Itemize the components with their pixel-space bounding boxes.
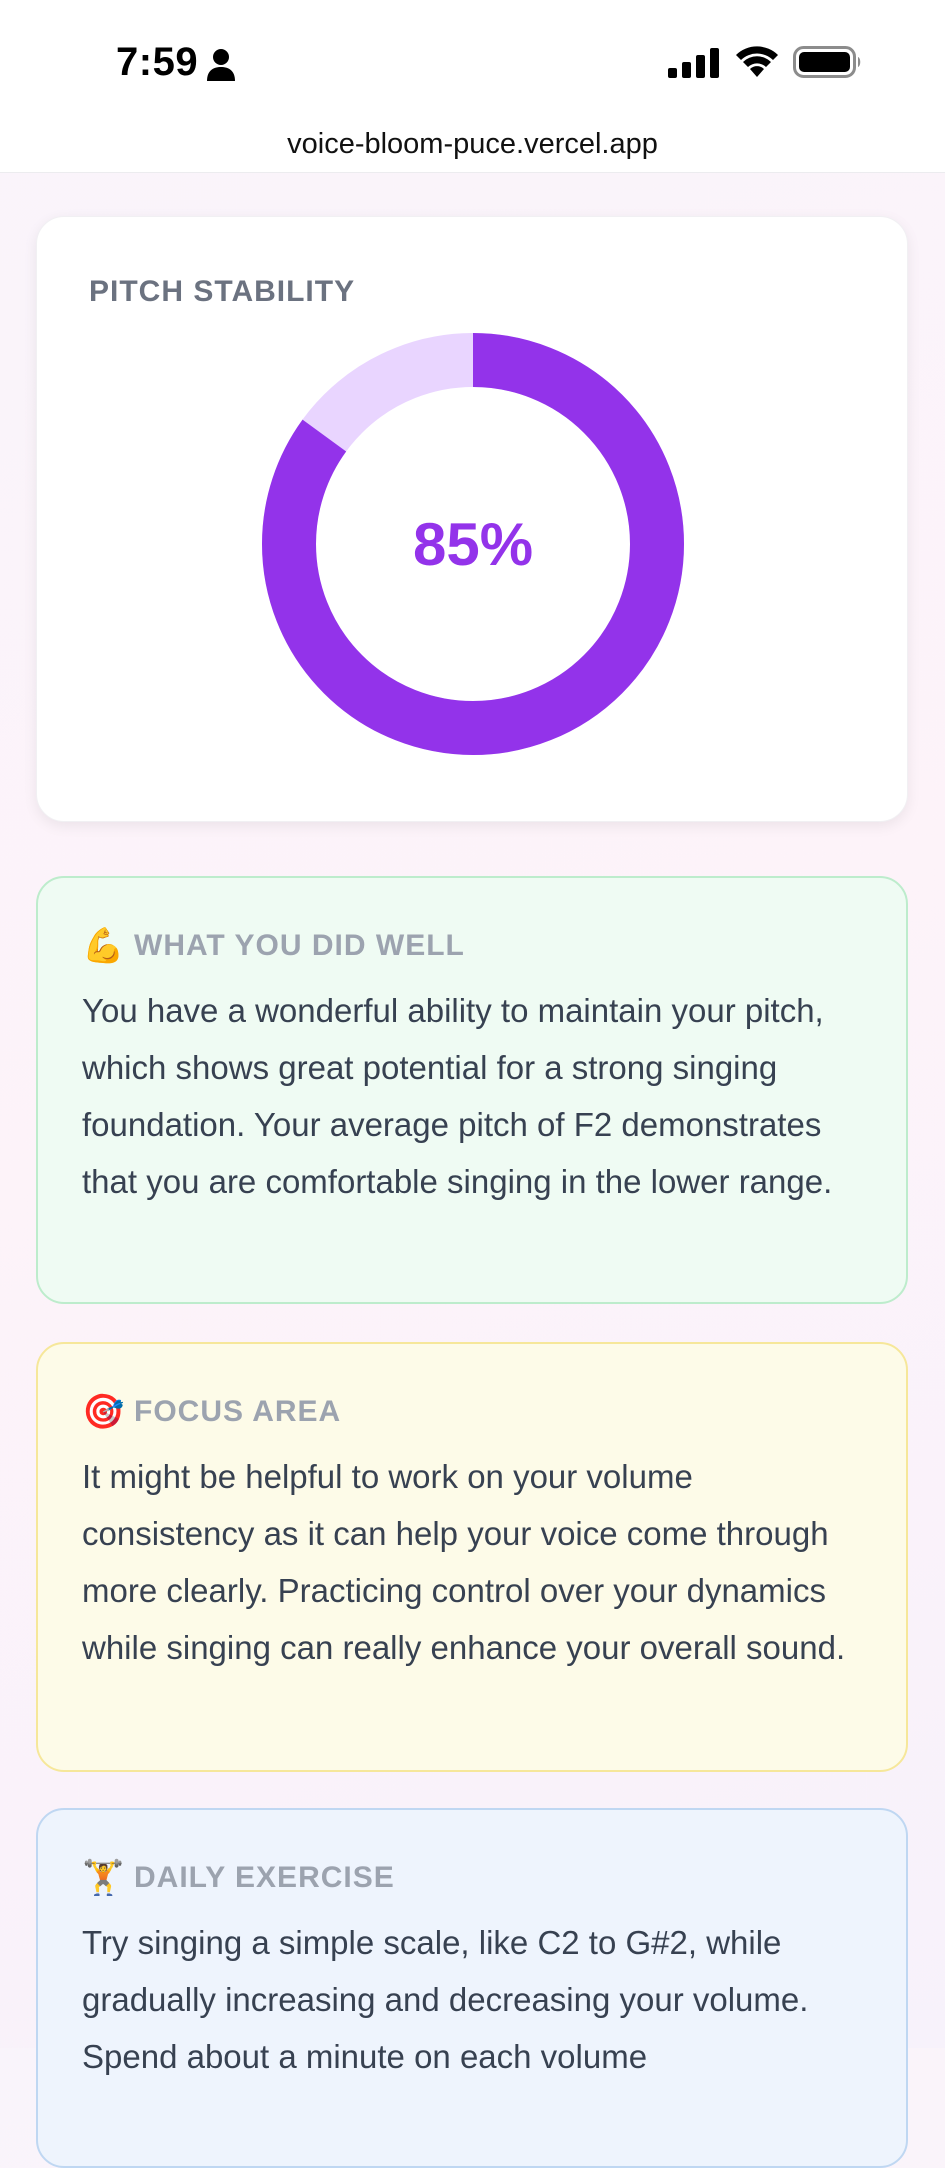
card-header: 🎯 FOCUS AREA bbox=[82, 1390, 341, 1434]
what-you-did-well-card: 💪 WHAT YOU DID WELL You have a wonderful… bbox=[36, 876, 908, 1304]
status-time: 7:59 bbox=[116, 40, 199, 84]
status-bar: 7:59 bbox=[0, 0, 945, 120]
card-body-text: It might be helpful to work on your volu… bbox=[82, 1458, 846, 1666]
pitch-stability-card: PITCH STABILITY 85% bbox=[36, 216, 908, 822]
flexed-biceps-icon: 💪 bbox=[82, 927, 125, 965]
card-label: WHAT YOU DID WELL bbox=[134, 929, 465, 962]
wifi-icon bbox=[736, 46, 778, 77]
card-header: 🏋️ DAILY EXERCISE bbox=[82, 1856, 395, 1900]
person-icon bbox=[207, 49, 235, 81]
pitch-stability-value: 85% bbox=[412, 510, 534, 578]
card-header: 💪 WHAT YOU DID WELL bbox=[82, 924, 465, 968]
battery-icon bbox=[793, 46, 861, 78]
focus-area-card: 🎯 FOCUS AREA It might be helpful to work… bbox=[36, 1342, 908, 1772]
card-body-text: Try singing a simple scale, like C2 to G… bbox=[82, 1924, 809, 2075]
card-label: FOCUS AREA bbox=[134, 1395, 342, 1428]
daily-exercise-card: 🏋️ DAILY EXERCISE Try singing a simple s… bbox=[36, 1808, 908, 2168]
card-body-text: You have a wonderful ability to maintain… bbox=[82, 992, 833, 1200]
weightlifter-icon: 🏋️ bbox=[82, 1859, 125, 1897]
browser-url-bar[interactable]: voice-bloom-puce.vercel.app bbox=[0, 120, 945, 173]
target-icon: 🎯 bbox=[82, 1393, 125, 1431]
cellular-signal-icon bbox=[668, 48, 719, 78]
url-text: voice-bloom-puce.vercel.app bbox=[287, 128, 658, 160]
pitch-stability-title: PITCH STABILITY bbox=[89, 275, 356, 308]
card-label: DAILY EXERCISE bbox=[134, 1861, 395, 1894]
